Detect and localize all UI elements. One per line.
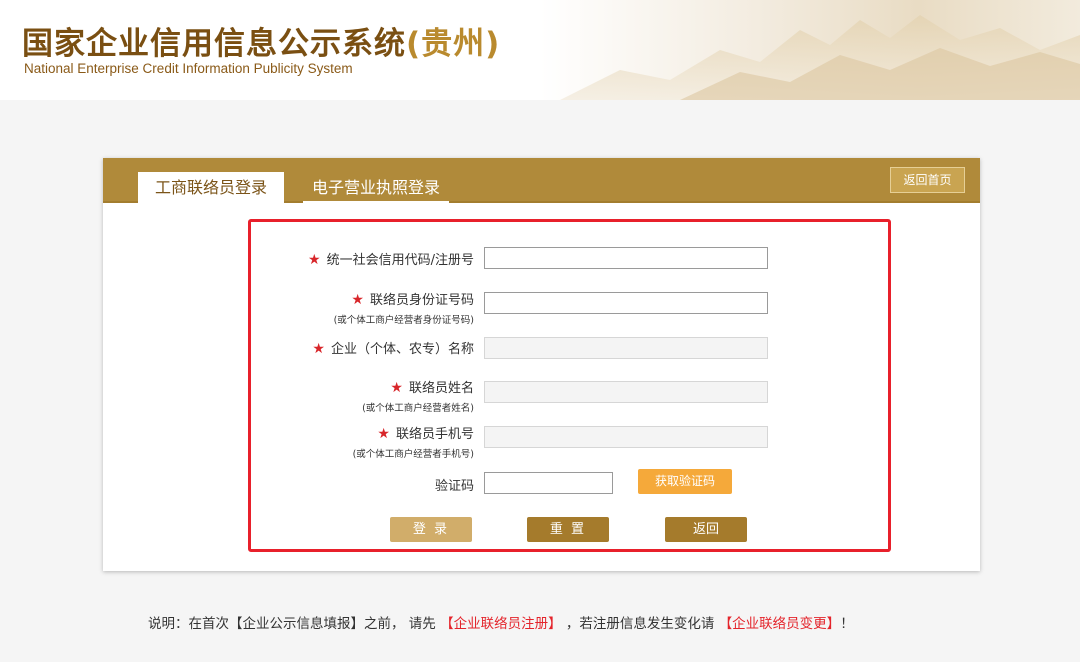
captcha-input[interactable] — [484, 472, 613, 494]
contact-register-link[interactable]: 【企业联络员注册】 — [440, 616, 562, 632]
site-title: 国家企业信用信息公示系统(贵州) — [22, 26, 501, 62]
company-name-label: ★ 企业（个体、农专）名称 — [312, 341, 474, 357]
site-subtitle: National Enterprise Credit Information P… — [24, 61, 353, 76]
credit-code-label: ★ 统一社会信用代码/注册号 — [308, 252, 474, 268]
get-captcha-button[interactable]: 获取验证码 — [638, 469, 732, 494]
site-header: 国家企业信用信息公示系统(贵州) National Enterprise Cre… — [0, 0, 1080, 100]
captcha-label: 验证码 — [434, 479, 474, 494]
id-number-sublabel: (或个体工商户经营者身份证号码) — [333, 315, 474, 326]
id-number-label: ★ 联络员身份证号码 (或个体工商户经营者身份证号码) — [333, 292, 474, 326]
required-star-icon: ★ — [312, 341, 325, 357]
tab-contact-login[interactable]: 工商联络员登录 — [138, 172, 284, 205]
contact-phone-sublabel: (或个体工商户经营者手机号) — [352, 449, 474, 460]
required-star-icon: ★ — [308, 252, 321, 268]
site-title-region: (贵州) — [406, 26, 501, 62]
company-name-input — [484, 337, 768, 359]
instruction-note: 说明：在首次【企业公示信息填报】之前， 请先 【企业联络员注册】 ，若注册信息发… — [148, 612, 854, 632]
contact-name-label: ★ 联络员姓名 (或个体工商户经营者姓名) — [362, 380, 474, 414]
note-middle: ，若注册信息发生变化请 — [565, 616, 715, 632]
credit-code-input[interactable] — [484, 247, 768, 269]
contact-change-link[interactable]: 【企业联络员变更】 — [719, 616, 841, 632]
contact-name-sublabel: (或个体工商户经营者姓名) — [362, 403, 474, 414]
reset-button[interactable]: 重 置 — [527, 517, 609, 542]
contact-phone-label: ★ 联络员手机号 (或个体工商户经营者手机号) — [352, 426, 474, 460]
required-star-icon: ★ — [390, 380, 403, 396]
required-star-icon: ★ — [351, 292, 364, 308]
id-number-input[interactable] — [484, 292, 768, 314]
tab-bar: 工商联络员登录 电子营业执照登录 返回首页 — [103, 158, 980, 205]
back-home-button[interactable]: 返回首页 — [890, 167, 965, 193]
login-button[interactable]: 登 录 — [390, 517, 472, 542]
note-suffix: ！ — [840, 616, 854, 632]
note-prefix: 说明：在首次【企业公示信息填报】之前， 请先 — [148, 616, 436, 632]
required-star-icon: ★ — [377, 426, 390, 442]
contact-phone-input — [484, 426, 768, 448]
mountain-landscape-image — [560, 15, 1080, 100]
tab-e-license-login[interactable]: 电子营业执照登录 — [303, 172, 449, 203]
contact-name-input — [484, 381, 768, 403]
back-button[interactable]: 返回 — [665, 517, 747, 542]
